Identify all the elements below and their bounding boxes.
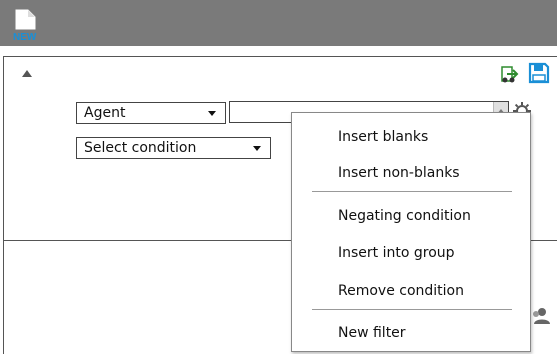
top-toolbar [0, 0, 557, 46]
menu-item-remove-condition[interactable]: Remove condition [338, 282, 464, 300]
chevron-down-icon [208, 111, 216, 116]
menu-item-new-filter[interactable]: New filter [338, 324, 406, 342]
collapse-arrow-icon[interactable] [22, 70, 32, 77]
export-icon[interactable] [499, 64, 519, 84]
menu-item-negating-condition[interactable]: Negating condition [338, 207, 471, 225]
new-document-icon[interactable]: NEW [12, 9, 40, 41]
condition-select-value: Select condition [84, 140, 197, 156]
condition-select[interactable]: Select condition [76, 137, 271, 159]
new-icon-label: NEW [13, 32, 37, 41]
field-select-value: Agent [84, 105, 126, 121]
field-select[interactable]: Agent [76, 102, 226, 124]
filter-window: NEW Agent Select condition Insert blanks [0, 0, 557, 354]
menu-item-insert-blanks[interactable]: Insert blanks [338, 128, 428, 146]
menu-separator [312, 309, 512, 311]
lower-panel-border [3, 241, 4, 354]
save-icon[interactable] [528, 62, 550, 84]
chevron-down-icon [253, 146, 261, 151]
menu-item-insert-non-blanks[interactable]: Insert non-blanks [338, 164, 460, 182]
menu-separator [312, 191, 512, 193]
user-icon[interactable] [530, 306, 552, 328]
menu-item-insert-into-group[interactable]: Insert into group [338, 244, 455, 262]
context-menu: Insert blanks Insert non-blanks Negating… [291, 112, 531, 352]
